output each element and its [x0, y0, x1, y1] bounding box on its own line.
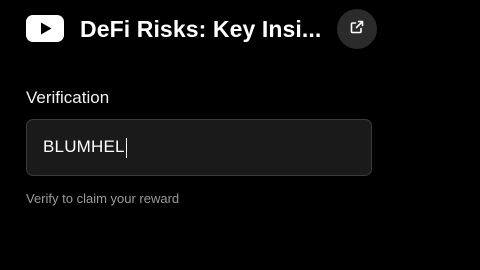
external-link-icon	[349, 19, 365, 40]
verification-label: Verification	[26, 88, 110, 107]
video-title[interactable]: DeFi Risks: Key Insi...	[80, 14, 325, 44]
verification-input-value: BLUMHEL	[43, 137, 125, 156]
helper-text: Verify to claim your reward	[26, 191, 180, 206]
youtube-logo-icon[interactable]	[26, 15, 64, 42]
text-caret	[125, 137, 128, 158]
verification-input[interactable]: BLUMHEL	[43, 137, 128, 158]
header: DeFi Risks: Key Insi...	[0, 0, 480, 60]
share-button[interactable]	[337, 9, 377, 49]
page: DeFi Risks: Key Insi... Verification BLU…	[0, 0, 480, 270]
verification-field[interactable]: BLUMHEL	[26, 119, 372, 176]
